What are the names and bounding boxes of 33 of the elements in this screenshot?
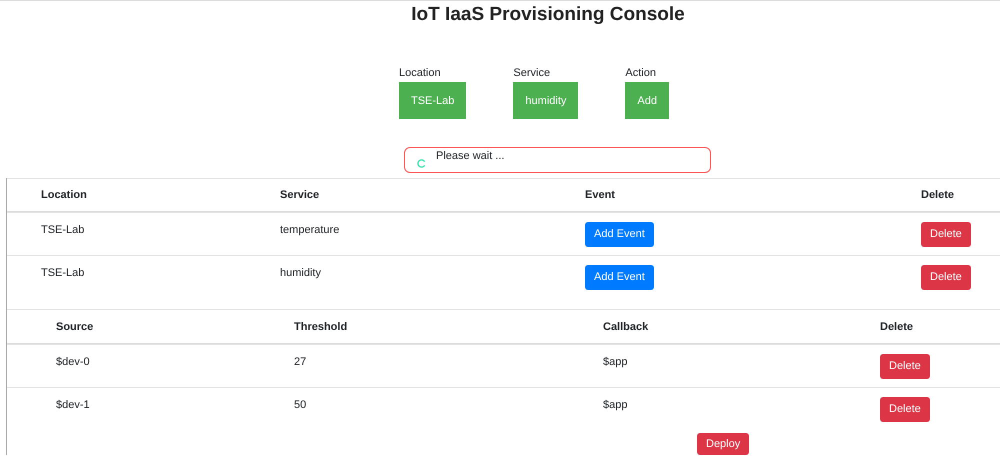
deploy-button[interactable]: Deploy [697, 433, 750, 455]
page-title: IoT IaaS Provisioning Console [410, 4, 686, 27]
table-cell-text: temperature [280, 223, 340, 236]
add-event-button[interactable]: Add Event [585, 222, 654, 246]
table-cell-text: $dev-1 [56, 398, 91, 411]
table-cell-text: TSE-Lab [41, 223, 86, 236]
table-cell-text: $app [603, 355, 628, 368]
column-header: Event [585, 189, 616, 201]
column-header: Callback [603, 320, 650, 332]
control-label: Action [625, 67, 657, 79]
status-text: Please wait ... [436, 150, 504, 162]
table-cell-text: $dev-0 [56, 355, 91, 368]
column-header: Delete [880, 320, 914, 332]
table-cell-text: 27 [294, 355, 308, 368]
table-cell-text: $app [603, 398, 628, 411]
column-header: Source [56, 320, 94, 332]
delete-button[interactable]: Delete [880, 354, 930, 378]
column-header: Service [280, 189, 320, 201]
control-label: Location [399, 67, 442, 79]
column-header: Threshold [294, 320, 348, 332]
select-button[interactable]: Add [625, 82, 669, 119]
table-cell-text: 50 [294, 398, 308, 411]
delete-button[interactable]: Delete [921, 222, 971, 246]
column-header: Location [41, 189, 88, 201]
table-cell-text: TSE-Lab [41, 266, 86, 279]
select-button[interactable]: humidity [513, 82, 578, 119]
select-button[interactable]: TSE-Lab [399, 82, 466, 119]
add-event-button[interactable]: Add Event [585, 264, 654, 290]
control-label: Service [513, 67, 552, 79]
delete-button[interactable]: Delete [880, 396, 930, 422]
delete-button[interactable]: Delete [921, 264, 971, 290]
column-header: Delete [921, 189, 956, 201]
table-cell-text: humidity [280, 266, 322, 279]
